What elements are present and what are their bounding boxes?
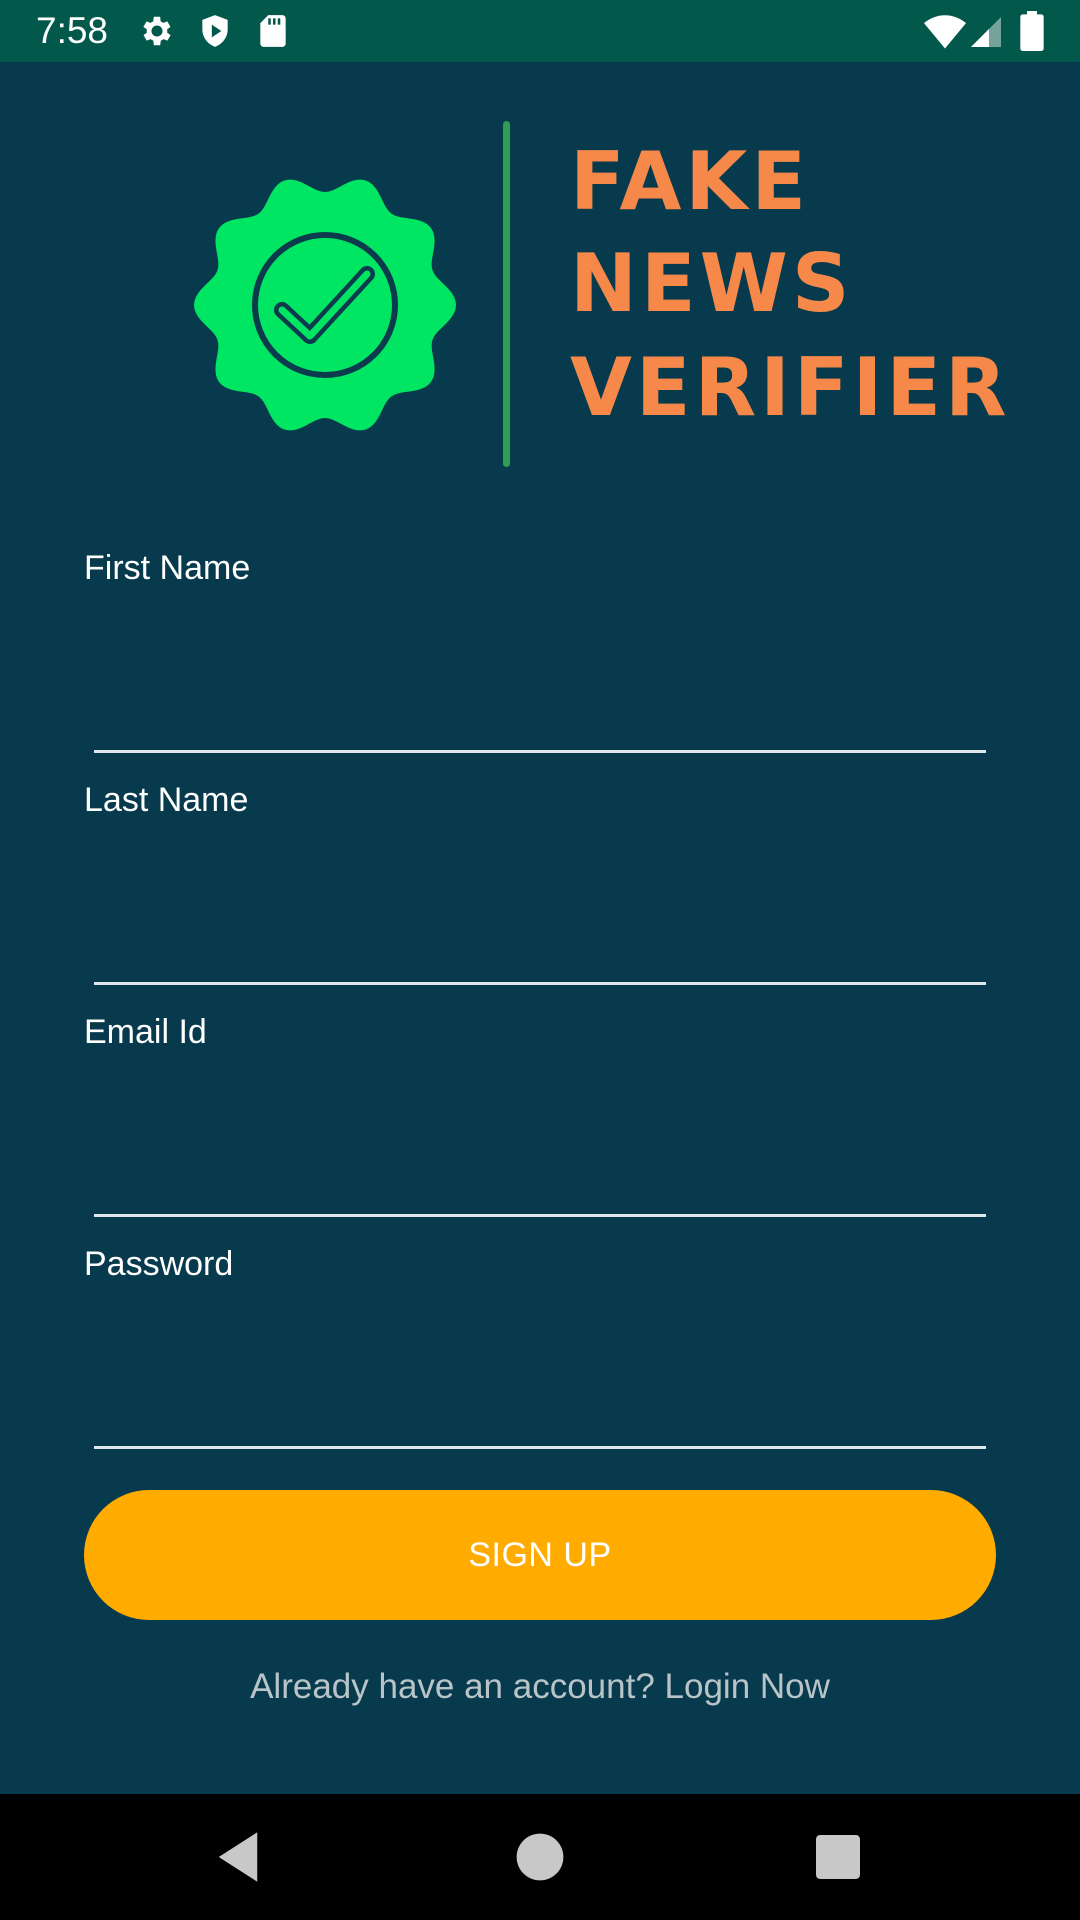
- logo-line-fake: FAKE: [570, 135, 811, 228]
- first-name-field[interactable]: [94, 692, 986, 753]
- badge-scallop: [194, 179, 456, 431]
- back-icon[interactable]: [205, 1824, 271, 1890]
- logo-line-news: NEWS: [570, 237, 854, 330]
- status-bar: 7:58: [0, 0, 1080, 62]
- cell-signal-icon: [971, 17, 1001, 47]
- signup-button[interactable]: SIGN UP: [84, 1490, 996, 1620]
- sd-card-icon: [260, 15, 286, 47]
- first-name-label: First Name: [84, 549, 251, 587]
- logo-line-verifier: VERIFIER: [570, 341, 1011, 434]
- home-icon[interactable]: [507, 1824, 573, 1890]
- wifi-icon: [924, 15, 966, 49]
- email-label: Email Id: [84, 1013, 207, 1051]
- shield-play-icon: [202, 15, 228, 47]
- navigation-bar: [0, 1794, 1080, 1920]
- login-now-link[interactable]: Already have an account? Login Now: [0, 1666, 1080, 1708]
- signup-screen: FAKE NEWS VERIFIER First Name Last Name …: [0, 62, 1080, 1794]
- password-field[interactable]: [94, 1388, 986, 1449]
- verified-check-badge-icon: [194, 179, 456, 431]
- status-time: 7:58: [36, 10, 109, 51]
- gear-icon: [143, 16, 171, 46]
- badge-shape: [194, 179, 456, 431]
- email-field[interactable]: [94, 1156, 986, 1217]
- last-name-field[interactable]: [94, 924, 986, 985]
- last-name-label: Last Name: [84, 781, 249, 819]
- password-label: Password: [84, 1245, 234, 1283]
- battery-icon: [1020, 11, 1044, 51]
- logo-divider: [503, 121, 510, 467]
- recents-icon[interactable]: [805, 1824, 871, 1890]
